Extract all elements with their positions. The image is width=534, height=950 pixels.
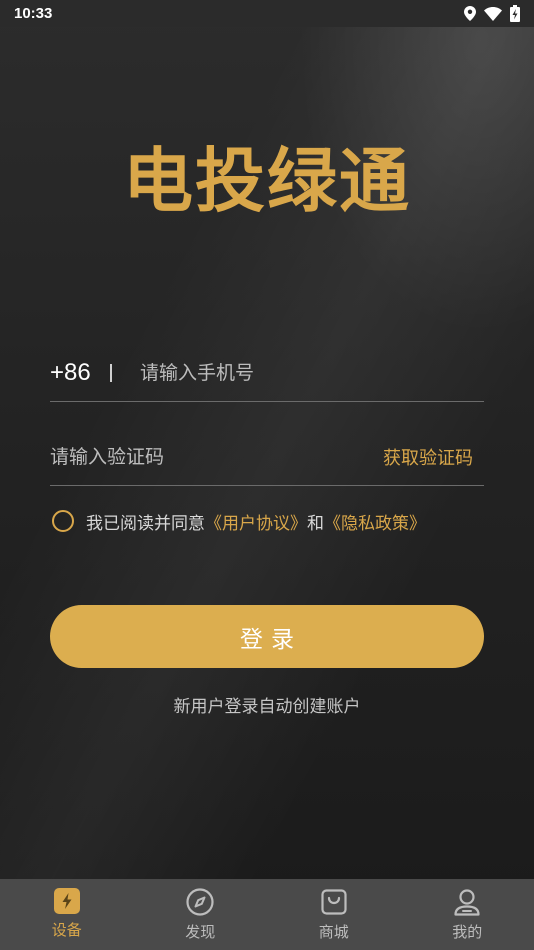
tab-device-label: 设备 — [51, 921, 82, 939]
shopping-bag-icon — [321, 889, 347, 915]
phone-row: +86 — [50, 345, 484, 402]
phone-input[interactable] — [140, 362, 484, 384]
tab-mine-label: 我的 — [452, 923, 483, 941]
battery-icon — [510, 5, 520, 22]
agreement-row: 我已阅读并同意《用户协议》和《隐私政策》 — [52, 508, 492, 534]
tab-device[interactable]: 设备 — [0, 879, 134, 950]
agreement-checkbox[interactable] — [52, 510, 74, 532]
tab-mall[interactable]: 商城 — [267, 879, 401, 950]
status-icons — [464, 5, 520, 22]
compass-icon — [186, 888, 214, 916]
agreement-prefix: 我已阅读并同意 — [86, 513, 205, 534]
wifi-icon — [484, 6, 502, 21]
input-divider — [110, 364, 112, 382]
device-icon — [53, 888, 80, 914]
code-row: 获取验证码 — [50, 428, 484, 486]
get-code-button[interactable]: 获取验证码 — [383, 444, 473, 470]
status-time: 10:33 — [14, 5, 53, 22]
new-user-hint: 新用户登录自动创建账户 — [173, 697, 361, 717]
privacy-policy-link[interactable]: 《隐私政策》 — [324, 514, 426, 534]
agreement-text: 我已阅读并同意《用户协议》和《隐私政策》 — [86, 509, 426, 534]
tab-discover-label: 发现 — [185, 923, 216, 941]
country-code[interactable]: +86 — [50, 359, 110, 387]
user-icon — [454, 889, 480, 916]
status-bar: 10:33 — [0, 0, 534, 27]
tab-mall-label: 商城 — [318, 923, 349, 941]
tab-discover[interactable]: 发现 — [134, 879, 268, 950]
verification-code-input[interactable] — [50, 445, 383, 468]
agreement-conjunction: 和 — [307, 513, 324, 534]
app-title: 电投绿通 — [123, 140, 411, 222]
user-agreement-link[interactable]: 《用户协议》 — [205, 514, 307, 534]
bottom-tab-bar: 设备 发现 商城 我的 — [0, 879, 534, 950]
login-button[interactable]: 登录 — [50, 605, 484, 668]
tab-mine[interactable]: 我的 — [401, 879, 534, 950]
location-icon — [464, 6, 476, 21]
login-screen: 10:33 电投绿通 +86 获取验证码 我已阅读并同意《用户 — [0, 0, 534, 950]
